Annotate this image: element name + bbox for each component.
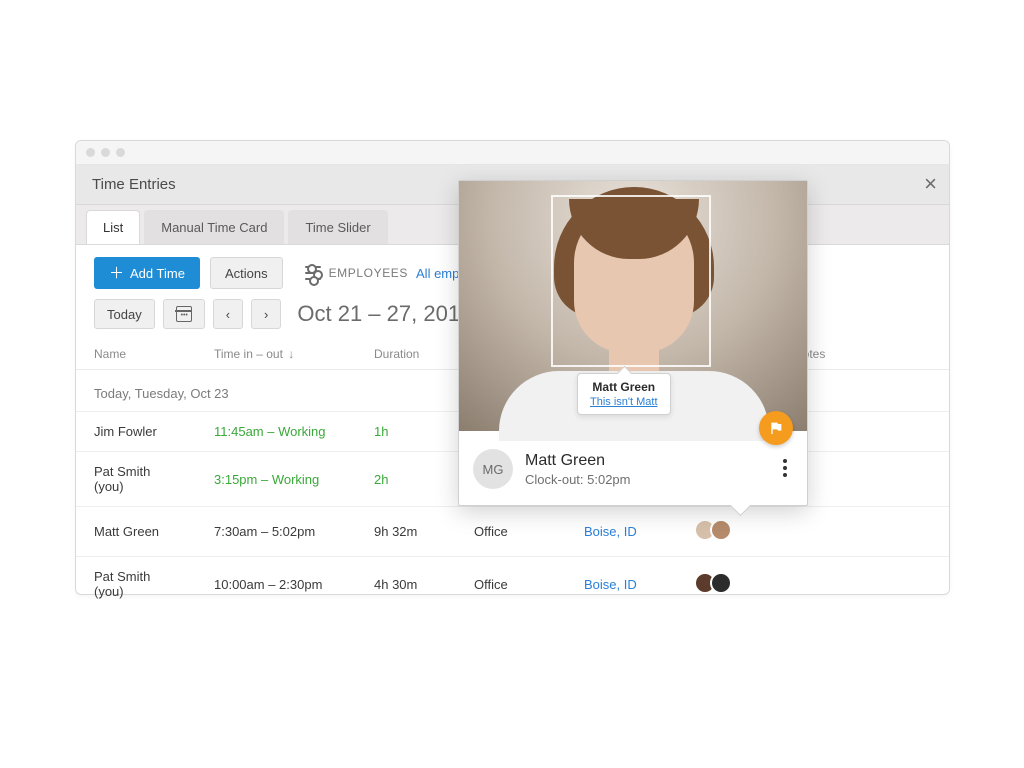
table-row[interactable]: Pat Smith (you) 10:00am – 2:30pm 4h 30m … (76, 557, 949, 612)
popover-employee-name: Matt Green (525, 452, 631, 470)
avatar-icon (710, 519, 732, 541)
window-chrome (76, 141, 949, 165)
date-range-label: Oct 21 – 27, 2019 (297, 301, 472, 327)
close-icon[interactable]: × (924, 173, 937, 195)
cell-name: Pat Smith (you) (76, 452, 196, 507)
cell-photos[interactable] (676, 507, 776, 557)
popover-footer: MG Matt Green Clock-out: 5:02pm (459, 431, 807, 505)
cell-location[interactable]: Boise, ID (566, 557, 676, 612)
cell-duration: 4h 30m (356, 557, 456, 612)
avatar-initials: MG (473, 449, 513, 489)
col-name[interactable]: Name (76, 339, 196, 370)
photo-verify-popover: Matt Green This isn't Matt MG Matt Green… (458, 180, 808, 506)
add-time-button[interactable]: ＋ Add Time (94, 257, 200, 289)
cell-name: Matt Green (76, 507, 196, 557)
sliders-icon (305, 266, 321, 280)
prev-week-button[interactable]: ‹ (213, 299, 243, 329)
cell-time: 3:15pm – Working (196, 452, 356, 507)
cell-time: 7:30am – 5:02pm (196, 507, 356, 557)
cell-name: Jim Fowler (76, 412, 196, 452)
window-dot (86, 148, 95, 157)
avatar-icon (710, 572, 732, 594)
cell-duration: 1h (356, 412, 456, 452)
calendar-button[interactable] (163, 299, 205, 329)
add-time-label: Add Time (130, 266, 185, 281)
cell-job: Office (456, 507, 566, 557)
popover-clock-status: Clock-out: 5:02pm (525, 472, 631, 487)
tab-list[interactable]: List (86, 210, 140, 244)
actions-button[interactable]: Actions (210, 257, 283, 289)
plus-icon: ＋ (109, 266, 124, 281)
face-id-tooltip: Matt Green This isn't Matt (577, 373, 671, 415)
col-time[interactable]: Time in – out ↓ (196, 339, 356, 370)
window-dot (116, 148, 125, 157)
cell-time: 11:45am – Working (196, 412, 356, 452)
kebab-dot (783, 473, 787, 477)
detected-name: Matt Green (592, 380, 655, 394)
kebab-dot (783, 466, 787, 470)
tab-time-slider[interactable]: Time Slider (288, 210, 387, 244)
more-menu-button[interactable] (777, 453, 793, 483)
calendar-icon (176, 306, 192, 322)
cell-name: Pat Smith (you) (76, 557, 196, 612)
panel-title: Time Entries (92, 176, 176, 193)
col-duration[interactable]: Duration (356, 339, 456, 370)
kebab-dot (783, 459, 787, 463)
cell-photos[interactable] (676, 557, 776, 612)
cell-job: Office (456, 557, 566, 612)
window-dot (101, 148, 110, 157)
today-button[interactable]: Today (94, 299, 155, 329)
sort-arrow-icon: ↓ (288, 347, 294, 361)
cell-duration: 9h 32m (356, 507, 456, 557)
cell-time: 10:00am – 2:30pm (196, 557, 356, 612)
next-week-button[interactable]: › (251, 299, 281, 329)
face-detection-box (551, 195, 711, 367)
clock-photo: Matt Green This isn't Matt (459, 181, 807, 431)
filter-caption: EMPLOYEES (329, 266, 408, 280)
tab-manual-time-card[interactable]: Manual Time Card (144, 210, 284, 244)
cell-duration: 2h (356, 452, 456, 507)
not-this-person-link[interactable]: This isn't Matt (590, 396, 658, 408)
cell-location[interactable]: Boise, ID (566, 507, 676, 557)
table-row[interactable]: Matt Green 7:30am – 5:02pm 9h 32m Office… (76, 507, 949, 557)
